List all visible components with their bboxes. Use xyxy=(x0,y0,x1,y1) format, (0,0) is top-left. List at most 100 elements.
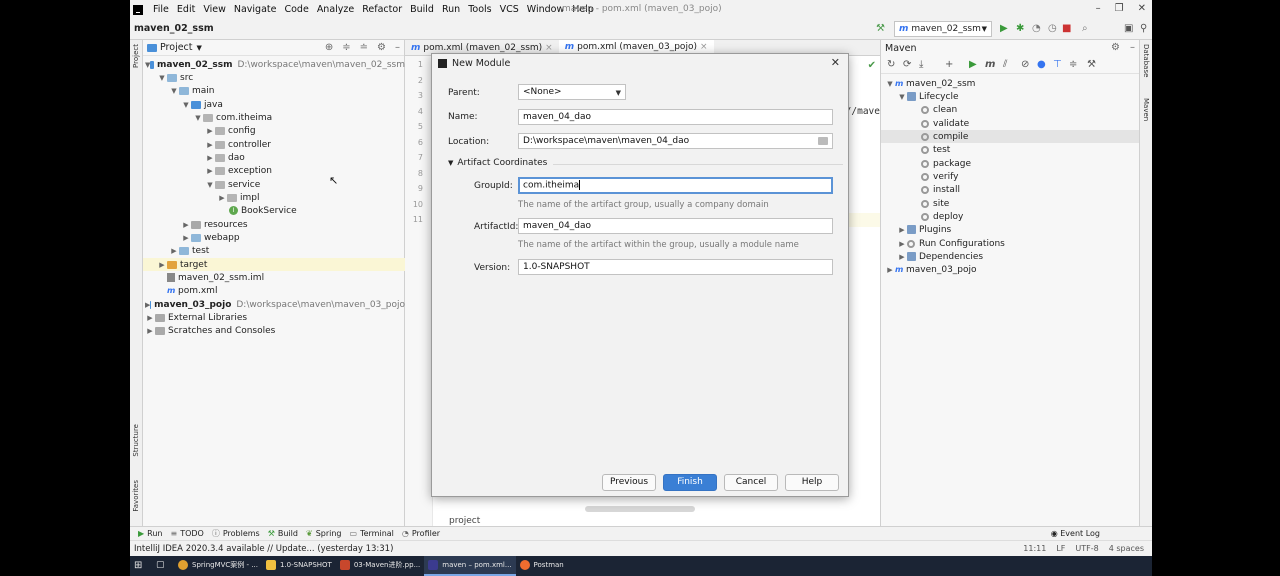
previous-button[interactable]: Previous xyxy=(602,474,656,491)
hide-icon[interactable]: – xyxy=(395,42,400,53)
run-config-select[interactable]: m maven_02_ssm ▼ xyxy=(894,21,992,37)
chevron-down-icon[interactable]: ▼ xyxy=(885,80,895,88)
coverage-icon[interactable]: ◔ xyxy=(1032,23,1041,34)
tree-item[interactable]: ▼ java xyxy=(143,98,405,111)
chevron-down-icon[interactable]: ▼ xyxy=(197,44,202,52)
parent-select[interactable]: <None> ▼ xyxy=(518,84,626,100)
maven-goal[interactable]: package xyxy=(881,157,1140,170)
menu-view[interactable]: View xyxy=(199,4,230,15)
maven-goal[interactable]: site xyxy=(881,197,1140,210)
maven-goal[interactable]: validate xyxy=(881,117,1140,130)
tree-item[interactable]: ▼ com.itheima xyxy=(143,111,405,124)
tree-item[interactable]: ▶ webapp xyxy=(143,231,405,244)
chevron-right-icon[interactable]: ▶ xyxy=(217,194,227,202)
chevron-right-icon[interactable]: ▶ xyxy=(145,314,155,322)
maven-tree-item[interactable]: ▼ Lifecycle xyxy=(881,90,1140,103)
taskbar-item[interactable]: Postman xyxy=(516,556,568,576)
maven-goal[interactable]: test xyxy=(881,143,1140,156)
show-dependencies-icon[interactable]: ● xyxy=(1037,59,1046,70)
tree-item[interactable]: ▶ resources xyxy=(143,218,405,231)
tree-item[interactable]: ▶ Scratches and Consoles xyxy=(143,324,405,337)
task-view-icon[interactable]: ▢ xyxy=(152,556,174,576)
close-tab-icon[interactable]: × xyxy=(700,42,708,52)
tree-item[interactable]: maven_02_ssm.iml xyxy=(143,271,405,284)
close-window-icon[interactable]: ✕ xyxy=(1138,3,1146,14)
chevron-right-icon[interactable]: ▶ xyxy=(885,266,895,274)
maven-tree-item[interactable]: ▶ Plugins xyxy=(881,223,1140,236)
tab-pom-maven-02[interactable]: m pom.xml (maven_02_ssm) × xyxy=(405,43,559,53)
taskbar-item[interactable]: 03-Maven进阶.pp... xyxy=(336,556,424,576)
execute-goal-icon[interactable]: m xyxy=(985,59,995,70)
version-field[interactable]: 1.0-SNAPSHOT xyxy=(518,259,833,275)
add-icon[interactable]: + xyxy=(945,59,953,70)
tree-item[interactable]: ▶ config xyxy=(143,124,405,137)
chevron-right-icon[interactable]: ▶ xyxy=(205,141,215,149)
tree-item[interactable]: ▶ External Libraries xyxy=(143,311,405,324)
run-icon[interactable]: ▶ xyxy=(1000,23,1008,34)
stop-icon[interactable]: ■ xyxy=(1062,23,1071,34)
chevron-right-icon[interactable]: ▶ xyxy=(205,167,215,175)
expand-all-icon[interactable]: ≑ xyxy=(342,42,350,53)
gear-icon[interactable]: ⚙ xyxy=(377,42,386,53)
chevron-down-icon[interactable]: ▼ xyxy=(181,101,191,109)
tree-item[interactable]: I BookService xyxy=(143,204,405,217)
chevron-right-icon[interactable]: ▶ xyxy=(181,221,191,229)
indent-setting[interactable]: 4 spaces xyxy=(1109,544,1144,553)
download-icon[interactable]: ⤓ xyxy=(919,59,923,70)
tree-item[interactable]: ▼ main xyxy=(143,84,405,97)
location-field[interactable]: D:\workspace\maven\maven_04_dao xyxy=(518,133,833,149)
tree-item[interactable]: ▶ impl xyxy=(143,191,405,204)
hide-icon[interactable]: – xyxy=(1130,42,1135,53)
toggle-offline-icon[interactable]: ⫽ xyxy=(1003,59,1007,70)
reload-icon[interactable]: ↻ xyxy=(887,59,895,70)
layout-icon[interactable]: ▣ xyxy=(1124,23,1133,34)
search-everywhere-icon[interactable]: ⌕ xyxy=(1082,23,1088,34)
hammer-icon[interactable]: ⚒ xyxy=(876,23,885,34)
line-separator[interactable]: LF xyxy=(1056,544,1065,553)
tool-terminal[interactable]: ▭ Terminal xyxy=(350,529,394,538)
tool-spring[interactable]: ❦ Spring xyxy=(306,529,342,538)
chevron-right-icon[interactable]: ▶ xyxy=(145,327,155,335)
collapse-all-icon[interactable]: ≐ xyxy=(360,42,368,53)
cancel-button[interactable]: Cancel xyxy=(724,474,778,491)
chevron-down-icon[interactable]: ▼ xyxy=(157,74,167,82)
chevron-right-icon[interactable]: ▶ xyxy=(897,226,907,234)
project-tool-tab[interactable]: Project xyxy=(132,44,140,68)
menu-navigate[interactable]: Navigate xyxy=(230,4,281,15)
menu-file[interactable]: File xyxy=(149,4,173,15)
close-icon[interactable]: ✕ xyxy=(831,56,840,69)
event-log-button[interactable]: ◉ Event Log xyxy=(1051,529,1100,538)
menu-analyze[interactable]: Analyze xyxy=(313,4,358,15)
groupid-field[interactable]: com.itheima xyxy=(518,177,833,194)
run-icon[interactable]: ▶ xyxy=(969,59,977,70)
chevron-right-icon[interactable]: ▶ xyxy=(169,247,179,255)
chevron-right-icon[interactable]: ▶ xyxy=(205,154,215,162)
maven-goal[interactable]: compile xyxy=(881,130,1140,144)
locate-icon[interactable]: ⊕ xyxy=(325,42,333,53)
taskbar-item[interactable]: maven – pom.xml... xyxy=(424,556,516,576)
debug-icon[interactable]: ✱ xyxy=(1016,23,1024,34)
profile-icon[interactable]: ◷ xyxy=(1048,23,1057,34)
gear-icon[interactable]: ⚙ xyxy=(1111,42,1120,53)
horizontal-scrollbar[interactable] xyxy=(585,506,695,512)
chevron-down-icon[interactable]: ▼ xyxy=(169,87,179,95)
tool-profiler[interactable]: ◔ Profiler xyxy=(402,529,440,538)
maven-goal[interactable]: clean xyxy=(881,103,1140,116)
chevron-right-icon[interactable]: ▶ xyxy=(181,234,191,242)
tool-problems[interactable]: ⓘ Problems xyxy=(212,528,260,539)
menu-edit[interactable]: Edit xyxy=(173,4,199,15)
database-tool-tab[interactable]: Database xyxy=(1142,44,1150,77)
chevron-down-icon[interactable]: ▼ xyxy=(897,93,907,101)
chevron-down-icon[interactable]: ▼ xyxy=(193,114,203,122)
menu-vcs[interactable]: VCS xyxy=(496,4,523,15)
chevron-right-icon[interactable]: ▶ xyxy=(205,127,215,135)
tree-item[interactable]: ▶ controller xyxy=(143,138,405,151)
tool-run[interactable]: ▶ Run xyxy=(138,529,163,538)
tool-todo[interactable]: ≡ TODO xyxy=(171,529,204,538)
chevron-right-icon[interactable]: ▶ xyxy=(897,240,907,248)
file-encoding[interactable]: UTF-8 xyxy=(1075,544,1098,553)
artifactid-field[interactable]: maven_04_dao xyxy=(518,218,833,234)
tree-item[interactable]: ▼ maven_02_ssm D:\workspace\maven\maven_02… xyxy=(143,58,405,71)
taskbar-item[interactable]: 1.0-SNAPSHOT xyxy=(262,556,336,576)
maven-tree-item[interactable]: ▼ m maven_02_ssm xyxy=(881,77,1140,90)
